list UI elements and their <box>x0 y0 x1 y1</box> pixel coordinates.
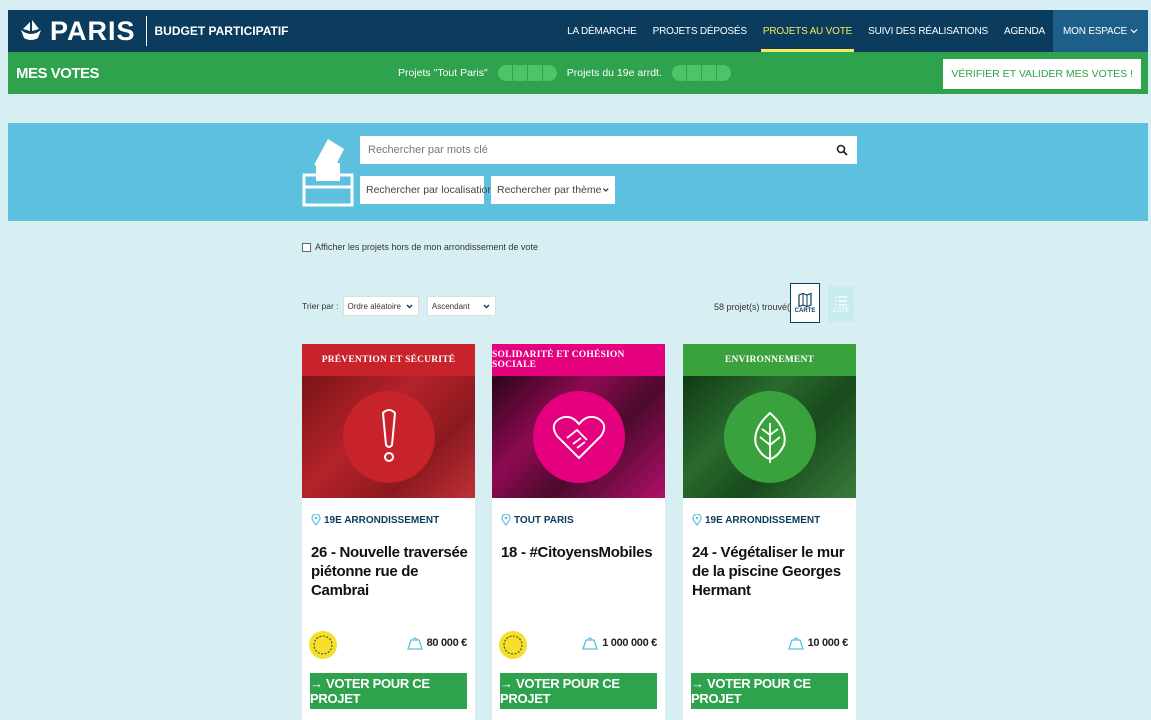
card-budget: 1 000 000 € <box>582 636 657 650</box>
vote-project-button[interactable]: → VOTER POUR CE PROJET <box>691 673 848 709</box>
vote-project-button[interactable]: → VOTER POUR CE PROJET <box>500 673 657 709</box>
nav-suivi-realisations[interactable]: SUIVI DES RÉALISATIONS <box>860 10 996 52</box>
quartier-populaire-badge-icon <box>309 631 337 659</box>
sort-controls: Trier par : Ordre aléatoire Ascendant <box>302 296 496 316</box>
counter-arrdt-pills <box>671 65 731 81</box>
card-budget-value: 10 000 € <box>807 637 849 649</box>
card-title[interactable]: 18 - #CitoyensMobiles <box>501 543 659 562</box>
order-value: Ascendant <box>431 301 470 311</box>
top-navbar: PARIS BUDGET PARTICIPATIF LA DÉMARCHE PR… <box>8 10 1148 52</box>
card-budget: 80 000 € <box>406 636 468 650</box>
search-icon[interactable] <box>831 139 853 161</box>
nav-projets-au-vote[interactable]: PROJETS AU VOTE <box>755 10 860 52</box>
order-select[interactable]: Ascendant <box>426 296 496 316</box>
outside-arrondissement-checkbox[interactable] <box>302 242 311 252</box>
nav-mon-espace[interactable]: MON ESPACE <box>1053 10 1148 52</box>
nav-la-demarche[interactable]: LA DÉMARCHE <box>559 10 645 52</box>
logo-text: PARIS <box>50 15 136 46</box>
list-icon <box>835 296 847 306</box>
votes-title: MES VOTES <box>16 64 100 82</box>
card-theme: ENVIRONNEMENT <box>683 344 856 376</box>
card-location-label: 19E ARRONDISSEMENT <box>705 514 821 526</box>
vote-slot <box>497 65 512 81</box>
card-budget: 10 000 € <box>787 636 849 650</box>
money-bag-icon <box>582 637 599 650</box>
quartier-populaire-badge-icon <box>499 631 527 659</box>
paris-logo[interactable]: PARIS BUDGET PARTICIPATIF <box>8 10 289 52</box>
outside-arrondissement-label: Afficher les projets hors de mon arrondi… <box>315 242 538 252</box>
view-map-toggle[interactable]: CARTE <box>790 283 820 323</box>
money-bag-icon <box>406 637 423 650</box>
vote-counters: Projets "Tout Paris" Projets du 19e arrd… <box>398 52 731 94</box>
search-placeholder: Rechercher par mots clé <box>368 144 488 156</box>
card-image <box>492 376 665 498</box>
theme-select-label: Rechercher par thème <box>497 184 602 196</box>
vote-slot <box>701 65 716 81</box>
counter-paris-pills <box>497 65 557 81</box>
view-map-label: CARTE <box>794 308 816 314</box>
vote-slot <box>527 65 542 81</box>
card-location-label: 19E ARRONDISSEMENT <box>324 514 440 526</box>
project-card[interactable]: SOLIDARITÉ ET COHÉSION SOCIALE TOUT PARI… <box>492 344 665 720</box>
project-card[interactable]: ENVIRONNEMENT 19E ARRONDISSEMENT 24 - Vé… <box>683 344 856 720</box>
vote-slot <box>542 65 557 81</box>
vote-slot <box>716 65 731 81</box>
card-budget-value: 1 000 000 € <box>602 637 657 649</box>
location-pin-icon <box>311 514 321 526</box>
project-card[interactable]: PRÉVENTION ET SÉCURITÉ 19E ARRONDISSEMEN… <box>302 344 475 720</box>
card-theme: PRÉVENTION ET SÉCURITÉ <box>302 344 475 376</box>
card-title[interactable]: 26 - Nouvelle traversée piétonne rue de … <box>311 543 469 600</box>
site-subtitle: BUDGET PARTICIPATIF <box>154 24 289 38</box>
map-icon <box>798 292 812 308</box>
chevron-down-icon <box>1130 29 1138 34</box>
card-location: 19E ARRONDISSEMENT <box>311 514 439 526</box>
paris-ship-icon <box>21 20 41 40</box>
ballot-box-icon <box>302 139 354 207</box>
card-image <box>302 376 475 498</box>
vote-slot <box>686 65 701 81</box>
card-location: 19E ARRONDISSEMENT <box>692 514 820 526</box>
keyword-search-input[interactable]: Rechercher par mots clé <box>360 136 857 164</box>
outside-arrondissement-filter[interactable]: Afficher les projets hors de mon arrondi… <box>302 242 538 252</box>
view-list-toggle[interactable]: LISTE <box>828 286 854 322</box>
theme-select[interactable]: Rechercher par thème <box>491 176 615 204</box>
chevron-down-icon <box>406 304 413 308</box>
logo-divider <box>145 16 147 46</box>
location-select-label: Rechercher par localisation <box>366 184 494 196</box>
chevron-down-icon <box>483 304 490 308</box>
view-list-label: LISTE <box>832 308 850 314</box>
nav-agenda[interactable]: AGENDA <box>996 10 1053 52</box>
card-image <box>683 376 856 498</box>
account-label: MON ESPACE <box>1063 25 1127 37</box>
nav-projets-deposes[interactable]: PROJETS DÉPOSÉS <box>645 10 755 52</box>
location-pin-icon <box>692 514 702 526</box>
location-select[interactable]: Rechercher par localisation <box>360 176 493 204</box>
main-nav: LA DÉMARCHE PROJETS DÉPOSÉS PROJETS AU V… <box>559 10 1148 52</box>
vote-slot <box>671 65 686 81</box>
counter-arrdt-label: Projets du 19e arrdt. <box>566 67 662 79</box>
money-bag-icon <box>787 637 804 650</box>
sort-value: Ordre aléatoire <box>347 301 401 311</box>
leaf-icon <box>723 391 816 483</box>
sort-select[interactable]: Ordre aléatoire <box>342 296 419 316</box>
results-count: 58 projet(s) trouvé(s) <box>714 302 798 312</box>
exclamation-icon <box>342 391 435 483</box>
vote-project-button[interactable]: → VOTER POUR CE PROJET <box>310 673 467 709</box>
card-budget-value: 80 000 € <box>426 637 468 649</box>
search-band: Rechercher par mots clé Rechercher par l… <box>8 123 1148 221</box>
vote-slot <box>512 65 527 81</box>
location-pin-icon <box>501 514 511 526</box>
card-theme: SOLIDARITÉ ET COHÉSION SOCIALE <box>492 344 665 376</box>
card-title[interactable]: 24 - Végétaliser le mur de la piscine Ge… <box>692 543 850 600</box>
chevron-down-icon <box>603 188 610 192</box>
card-location-label: TOUT PARIS <box>514 514 574 526</box>
heart-handshake-icon <box>532 391 625 483</box>
sort-label: Trier par : <box>302 301 339 311</box>
validate-votes-button[interactable]: VÉRIFIER ET VALIDER MES VOTES ! <box>942 58 1142 90</box>
counter-paris-label: Projets "Tout Paris" <box>398 67 488 79</box>
card-location: TOUT PARIS <box>501 514 574 526</box>
votes-bar: MES VOTES Projets "Tout Paris" Projets d… <box>8 52 1148 94</box>
